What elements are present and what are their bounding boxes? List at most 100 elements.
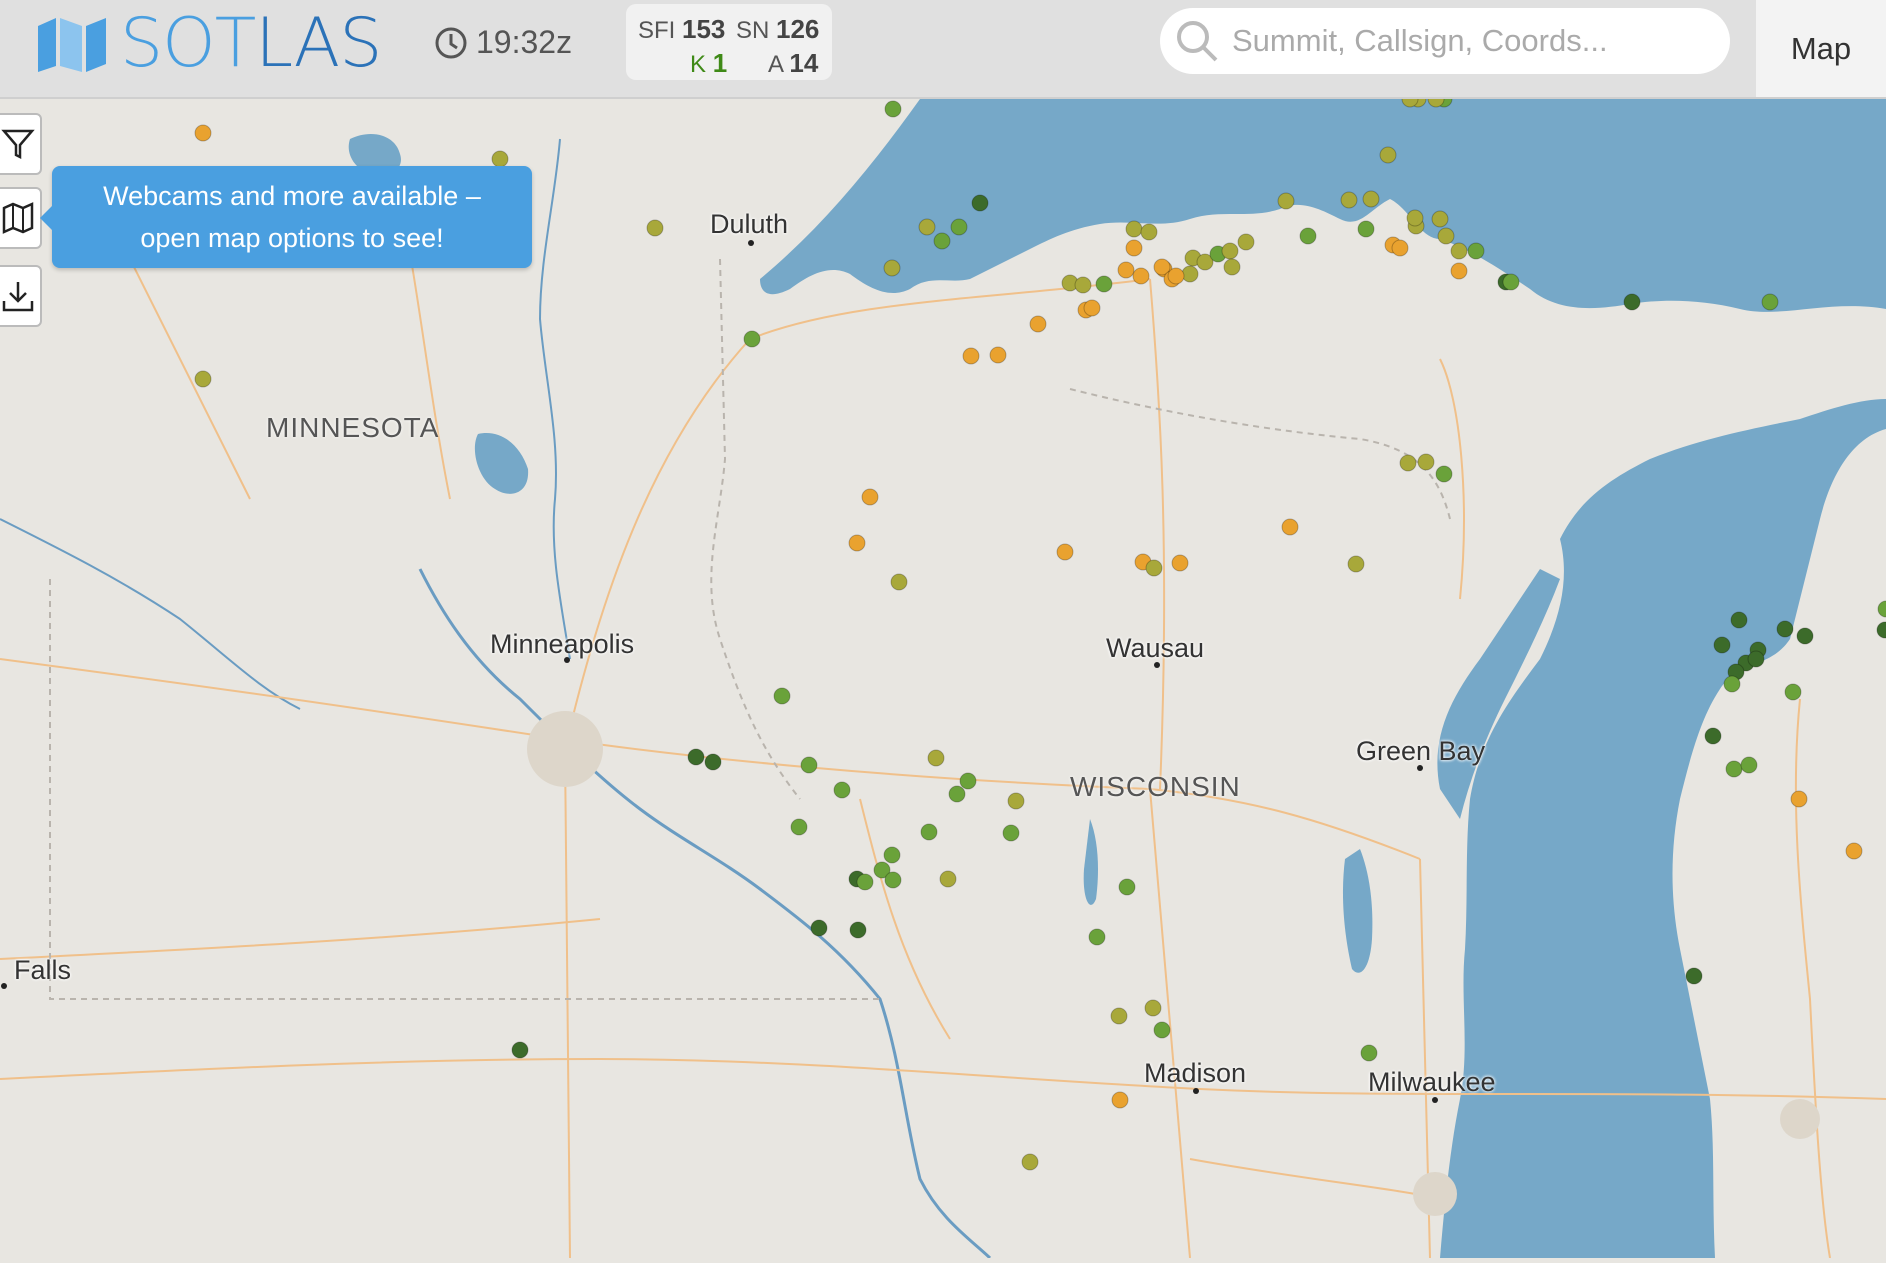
summit-marker[interactable] bbox=[1074, 276, 1092, 294]
map-tab[interactable]: Map bbox=[1756, 0, 1886, 97]
summit-marker[interactable] bbox=[743, 330, 761, 348]
summit-marker[interactable] bbox=[920, 823, 938, 841]
summit-marker[interactable] bbox=[1776, 620, 1794, 638]
summit-marker[interactable] bbox=[1399, 454, 1417, 472]
summit-marker[interactable] bbox=[1340, 191, 1358, 209]
summit-marker[interactable] bbox=[933, 232, 951, 250]
summit-marker[interactable] bbox=[1417, 453, 1435, 471]
summit-marker[interactable] bbox=[1083, 299, 1101, 317]
summit-marker[interactable] bbox=[1685, 967, 1703, 985]
summit-marker[interactable] bbox=[1223, 258, 1241, 276]
summit-marker[interactable] bbox=[856, 873, 874, 891]
summit-marker[interactable] bbox=[194, 124, 212, 142]
summit-marker[interactable] bbox=[1140, 223, 1158, 241]
summit-marker[interactable] bbox=[1056, 543, 1074, 561]
filter-button[interactable] bbox=[0, 113, 42, 175]
summit-marker[interactable] bbox=[1747, 650, 1765, 668]
summit-marker[interactable] bbox=[1730, 611, 1748, 629]
summit-marker[interactable] bbox=[194, 370, 212, 388]
summit-marker[interactable] bbox=[1007, 792, 1025, 810]
summit-marker[interactable] bbox=[849, 921, 867, 939]
summit-marker[interactable] bbox=[1111, 1091, 1129, 1109]
summit-marker[interactable] bbox=[1118, 878, 1136, 896]
map-options-button[interactable] bbox=[0, 187, 42, 249]
summit-marker[interactable] bbox=[1347, 555, 1365, 573]
summit-marker[interactable] bbox=[1181, 265, 1199, 283]
summit-marker[interactable] bbox=[1110, 1007, 1128, 1025]
summit-marker[interactable] bbox=[1299, 227, 1317, 245]
summit-marker[interactable] bbox=[1845, 842, 1863, 860]
summit-marker[interactable] bbox=[1740, 756, 1758, 774]
map-view[interactable]: Webcams and more available – open map op… bbox=[0, 90, 1886, 1260]
summit-marker[interactable] bbox=[1357, 220, 1375, 238]
summit-marker[interactable] bbox=[1725, 760, 1743, 778]
summit-marker[interactable] bbox=[1144, 999, 1162, 1017]
summit-marker[interactable] bbox=[1435, 465, 1453, 483]
summit-marker[interactable] bbox=[1391, 239, 1409, 257]
summit-marker[interactable] bbox=[962, 347, 980, 365]
summit-marker[interactable] bbox=[848, 534, 866, 552]
summit-marker[interactable] bbox=[1153, 1021, 1171, 1039]
summit-marker[interactable] bbox=[1117, 261, 1135, 279]
summit-marker[interactable] bbox=[1167, 267, 1185, 285]
sotlas-logo[interactable]: SOTLAS bbox=[36, 10, 382, 78]
summit-marker[interactable] bbox=[1467, 242, 1485, 260]
summit-marker[interactable] bbox=[1704, 727, 1722, 745]
summit-marker[interactable] bbox=[833, 781, 851, 799]
summit-marker[interactable] bbox=[1237, 233, 1255, 251]
summit-marker[interactable] bbox=[1088, 928, 1106, 946]
summit-marker[interactable] bbox=[959, 772, 977, 790]
summit-marker[interactable] bbox=[1437, 227, 1455, 245]
summit-marker[interactable] bbox=[1431, 210, 1449, 228]
summit-marker[interactable] bbox=[1171, 554, 1189, 572]
summit-marker[interactable] bbox=[1450, 242, 1468, 260]
summit-marker[interactable] bbox=[1029, 315, 1047, 333]
map-options-tooltip[interactable]: Webcams and more available – open map op… bbox=[40, 166, 532, 268]
summit-marker[interactable] bbox=[1125, 220, 1143, 238]
summit-marker[interactable] bbox=[646, 219, 664, 237]
summit-marker[interactable] bbox=[927, 749, 945, 767]
summit-marker[interactable] bbox=[948, 785, 966, 803]
summit-marker[interactable] bbox=[1021, 1153, 1039, 1171]
summit-marker[interactable] bbox=[1450, 262, 1468, 280]
summit-marker[interactable] bbox=[800, 756, 818, 774]
search-box[interactable] bbox=[1160, 8, 1730, 74]
summit-marker[interactable] bbox=[1145, 559, 1163, 577]
summit-marker[interactable] bbox=[1362, 190, 1380, 208]
summit-marker[interactable] bbox=[511, 1041, 529, 1059]
summit-marker[interactable] bbox=[687, 748, 705, 766]
summit-marker[interactable] bbox=[861, 488, 879, 506]
summit-marker[interactable] bbox=[704, 753, 722, 771]
summit-marker[interactable] bbox=[1132, 267, 1150, 285]
summit-marker[interactable] bbox=[1502, 273, 1520, 291]
summit-marker[interactable] bbox=[1360, 1044, 1378, 1062]
summit-marker[interactable] bbox=[884, 100, 902, 118]
summit-marker[interactable] bbox=[1221, 242, 1239, 260]
summit-marker[interactable] bbox=[890, 573, 908, 591]
summit-marker[interactable] bbox=[1623, 293, 1641, 311]
summit-marker[interactable] bbox=[491, 150, 509, 168]
summit-marker[interactable] bbox=[918, 218, 936, 236]
summit-marker[interactable] bbox=[1796, 627, 1814, 645]
summit-marker[interactable] bbox=[1002, 824, 1020, 842]
summit-marker[interactable] bbox=[773, 687, 791, 705]
summit-marker[interactable] bbox=[1379, 146, 1397, 164]
summit-marker[interactable] bbox=[939, 870, 957, 888]
summit-marker[interactable] bbox=[1281, 518, 1299, 536]
summit-marker[interactable] bbox=[1784, 683, 1802, 701]
solar-conditions[interactable]: SFI 153 SN 126 K 1 A 14 bbox=[626, 4, 832, 80]
summit-marker[interactable] bbox=[1406, 209, 1424, 227]
summit-marker[interactable] bbox=[883, 846, 901, 864]
summit-marker[interactable] bbox=[1790, 790, 1808, 808]
summit-marker[interactable] bbox=[950, 218, 968, 236]
summit-marker[interactable] bbox=[971, 194, 989, 212]
summit-marker[interactable] bbox=[790, 818, 808, 836]
download-button[interactable] bbox=[0, 265, 42, 327]
summit-marker[interactable] bbox=[1125, 239, 1143, 257]
map-canvas[interactable] bbox=[0, 90, 1886, 1260]
summit-marker[interactable] bbox=[1723, 675, 1741, 693]
summit-marker[interactable] bbox=[1095, 275, 1113, 293]
summit-marker[interactable] bbox=[1761, 293, 1779, 311]
summit-marker[interactable] bbox=[810, 919, 828, 937]
search-input[interactable] bbox=[1230, 22, 1714, 60]
